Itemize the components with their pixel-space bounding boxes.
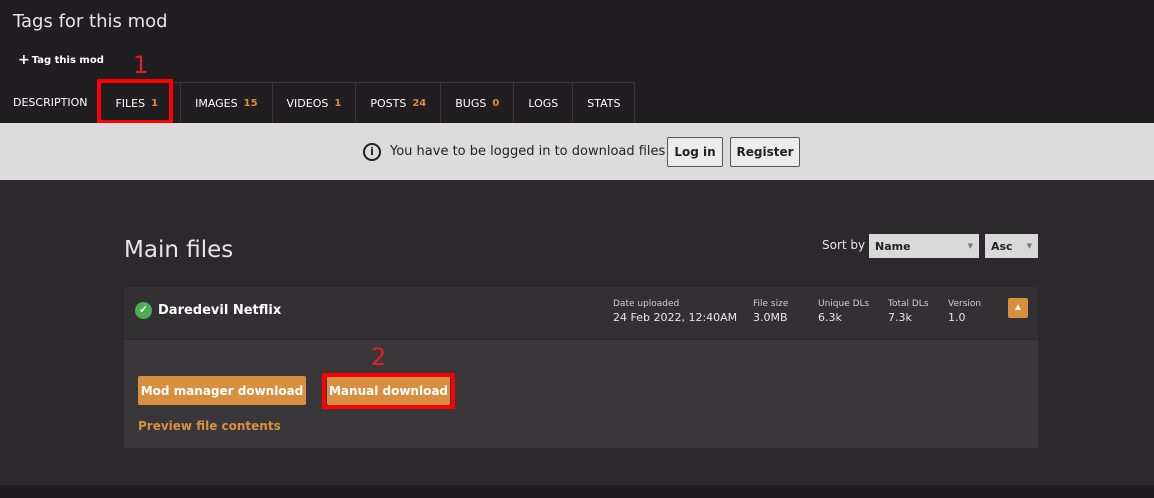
login-message: You have to be logged in to download fil…	[390, 144, 666, 159]
register-button[interactable]: Register	[730, 137, 800, 167]
footer-band	[0, 485, 1154, 498]
stat-label: File size	[753, 299, 789, 309]
tab-label: DESCRIPTION	[13, 96, 88, 109]
sort-order-select[interactable]: Asc ▼	[985, 234, 1038, 258]
tab-label: BUGS	[455, 96, 487, 110]
tab-bugs[interactable]: BUGS 0	[441, 82, 515, 123]
tab-bar: DESCRIPTION FILES 1 IMAGES 15 VIDEOS 1 POST…	[0, 82, 636, 123]
stat-unique-dls: Unique DLs 6.3k	[818, 299, 869, 324]
preview-file-contents-link[interactable]: Preview file contents	[138, 419, 281, 433]
chevron-up-icon[interactable]: ▲	[1008, 298, 1028, 318]
stat-value: 3.0MB	[753, 311, 788, 324]
stat-date-uploaded: Date uploaded 24 Feb 2022, 12:40AM	[613, 299, 737, 324]
tab-logs[interactable]: LOGS	[514, 82, 574, 123]
info-icon: i	[363, 143, 381, 161]
plus-icon: +	[18, 52, 30, 68]
stat-label: Total DLs	[888, 299, 929, 309]
annotation-number-2: 2	[371, 343, 387, 371]
stat-label: Date uploaded	[613, 299, 680, 309]
stat-value: 6.3k	[818, 311, 842, 324]
mod-manager-download-button[interactable]: Mod manager download	[138, 376, 306, 405]
tab-label: LOGS	[528, 96, 559, 110]
tab-count: 15	[243, 97, 258, 109]
chevron-down-icon: ▼	[1026, 242, 1032, 250]
stat-value: 1.0	[948, 311, 966, 324]
annotation-number-1: 1	[133, 51, 149, 79]
stat-value: 7.3k	[888, 311, 912, 324]
tab-label: VIDEOS	[286, 96, 329, 110]
tab-count: 0	[492, 97, 500, 109]
tab-description[interactable]: DESCRIPTION	[0, 82, 102, 123]
sort-field-value: Name	[875, 239, 911, 253]
check-icon: ✓	[135, 302, 152, 319]
tab-label: IMAGES	[195, 96, 238, 110]
tab-videos[interactable]: VIDEOS 1	[272, 82, 357, 123]
sort-field-select[interactable]: Name ▼	[869, 234, 979, 258]
tab-label: STATS	[587, 96, 621, 110]
sort-order-value: Asc	[991, 239, 1013, 253]
tab-images[interactable]: IMAGES 15	[181, 82, 273, 123]
tab-label: POSTS	[370, 96, 407, 110]
tab-stats[interactable]: STATS	[573, 82, 636, 123]
highlight-box-files-tab	[97, 79, 173, 124]
stat-value: 24 Feb 2022, 12:40AM	[613, 311, 738, 324]
stat-total-dls: Total DLs 7.3k	[888, 299, 929, 324]
tab-posts[interactable]: POSTS 24	[356, 82, 442, 123]
login-button[interactable]: Log in	[667, 137, 723, 167]
tab-count: 1	[334, 97, 342, 109]
stat-file-size: File size 3.0MB	[753, 299, 788, 324]
tab-count: 24	[412, 97, 427, 109]
stat-version: Version 1.0	[948, 299, 981, 324]
tags-title: Tags for this mod	[13, 11, 168, 32]
file-name: Daredevil Netflix	[158, 303, 282, 318]
stat-label: Version	[948, 299, 982, 309]
page-title: Main files	[124, 237, 234, 263]
sort-label: Sort by	[822, 238, 866, 252]
tag-this-mod-button[interactable]: + Tag this mod	[18, 52, 104, 68]
stat-label: Unique DLs	[818, 299, 870, 309]
chevron-down-icon: ▼	[967, 242, 973, 250]
tag-this-mod-label: Tag this mod	[31, 55, 104, 66]
highlight-box-manual-download	[322, 373, 455, 409]
